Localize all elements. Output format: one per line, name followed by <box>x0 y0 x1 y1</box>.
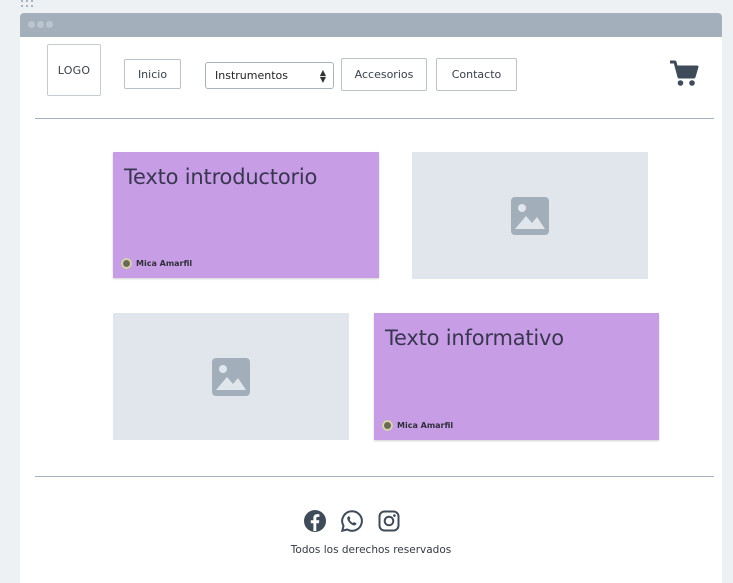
image-placeholder <box>113 313 349 440</box>
card-author: Mica Amarfil <box>121 258 192 269</box>
avatar <box>121 258 132 269</box>
nav-accesorios-button[interactable]: Accesorios <box>341 58 427 91</box>
card-intro[interactable]: Texto introductorio Mica Amarfil <box>113 152 379 278</box>
drag-handle-icon[interactable] <box>20 0 34 10</box>
footer-divider <box>35 476 714 477</box>
window-titlebar <box>20 13 722 37</box>
shopping-cart-icon[interactable] <box>669 59 699 87</box>
window-dot-icon <box>37 21 44 28</box>
card-info[interactable]: Texto informativo Mica Amarfil <box>374 313 659 440</box>
browser-window: LOGO Inicio Instrumentos ▲ ▼ Accesorios C… <box>20 13 722 583</box>
facebook-icon[interactable] <box>303 509 327 533</box>
logo[interactable]: LOGO <box>47 44 101 96</box>
nav-inicio-button[interactable]: Inicio <box>124 59 181 89</box>
image-placeholder <box>412 152 648 279</box>
select-value: Instrumentos <box>215 69 288 82</box>
nav-instrumentos-select[interactable]: Instrumentos ▲ ▼ <box>205 62 334 89</box>
select-arrows-icon: ▲ ▼ <box>319 68 326 84</box>
card-author: Mica Amarfil <box>382 420 453 431</box>
whatsapp-icon[interactable] <box>340 509 364 533</box>
author-name: Mica Amarfil <box>136 259 193 268</box>
header-divider <box>35 118 714 119</box>
window-dot-icon <box>46 21 53 28</box>
image-placeholder-icon <box>212 357 250 396</box>
footer-rights-text: Todos los derechos reservados <box>290 544 452 556</box>
image-placeholder-icon <box>511 196 549 235</box>
card-title: Texto introductorio <box>124 165 318 189</box>
instagram-icon[interactable] <box>377 509 401 533</box>
card-title: Texto informativo <box>385 326 564 350</box>
avatar <box>382 420 393 431</box>
author-name: Mica Amarfil <box>397 421 454 430</box>
window-dot-icon <box>28 21 35 28</box>
nav-contacto-button[interactable]: Contacto <box>436 58 517 91</box>
